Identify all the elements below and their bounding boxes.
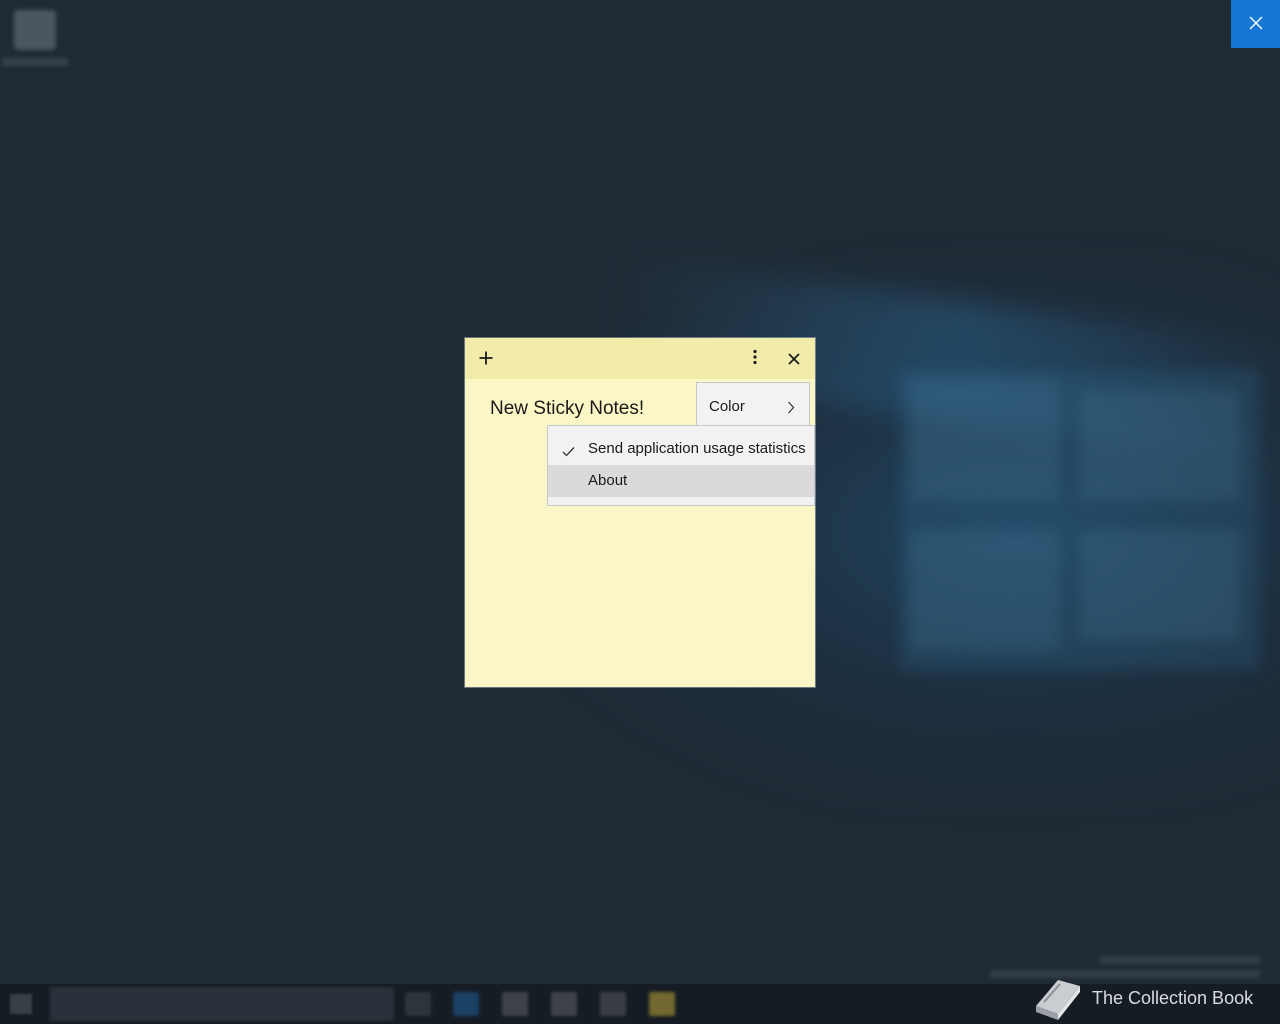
system-tray-text	[1100, 956, 1260, 964]
menu-item-label: Send application usage statistics	[588, 440, 806, 457]
menu-item-color[interactable]: Color	[697, 383, 809, 431]
new-note-button[interactable]	[468, 341, 504, 377]
plus-icon	[479, 350, 493, 369]
watermark: The Collection Book	[1030, 974, 1270, 1024]
menu-button[interactable]	[737, 341, 773, 377]
menu-item-usage-statistics[interactable]: Send application usage statistics	[548, 433, 814, 465]
watermark-text: The Collection Book	[1092, 988, 1254, 1008]
start-button[interactable]	[10, 994, 32, 1014]
edge-browser-icon[interactable]	[453, 992, 479, 1016]
checkmark-icon	[562, 442, 575, 461]
delete-note-button[interactable]	[776, 341, 812, 377]
sticky-notes-taskbar-icon[interactable]	[649, 992, 675, 1016]
wallpaper-window-shape	[900, 370, 1260, 670]
file-explorer-icon[interactable]	[502, 992, 528, 1016]
chevron-right-icon	[787, 399, 795, 418]
settings-submenu: Send application usage statistics About	[547, 425, 815, 506]
task-view-icon[interactable]	[405, 992, 431, 1016]
book-icon	[1030, 976, 1082, 1026]
recycle-bin-icon[interactable]	[14, 10, 56, 50]
note-text[interactable]: New Sticky Notes!	[490, 398, 644, 420]
recycle-bin-label	[2, 58, 68, 66]
sticky-note-header	[465, 338, 815, 379]
overlay-dismiss-button[interactable]	[1231, 0, 1280, 48]
menu-item-label: About	[588, 472, 628, 489]
menu-item-about[interactable]: About	[548, 465, 814, 497]
close-icon	[1249, 15, 1263, 34]
mail-icon[interactable]	[600, 992, 626, 1016]
more-vertical-icon	[752, 349, 758, 369]
menu-item-label: Color	[709, 398, 745, 415]
store-icon[interactable]	[551, 992, 577, 1016]
close-icon	[788, 350, 800, 369]
taskbar-search-box[interactable]	[50, 987, 394, 1021]
